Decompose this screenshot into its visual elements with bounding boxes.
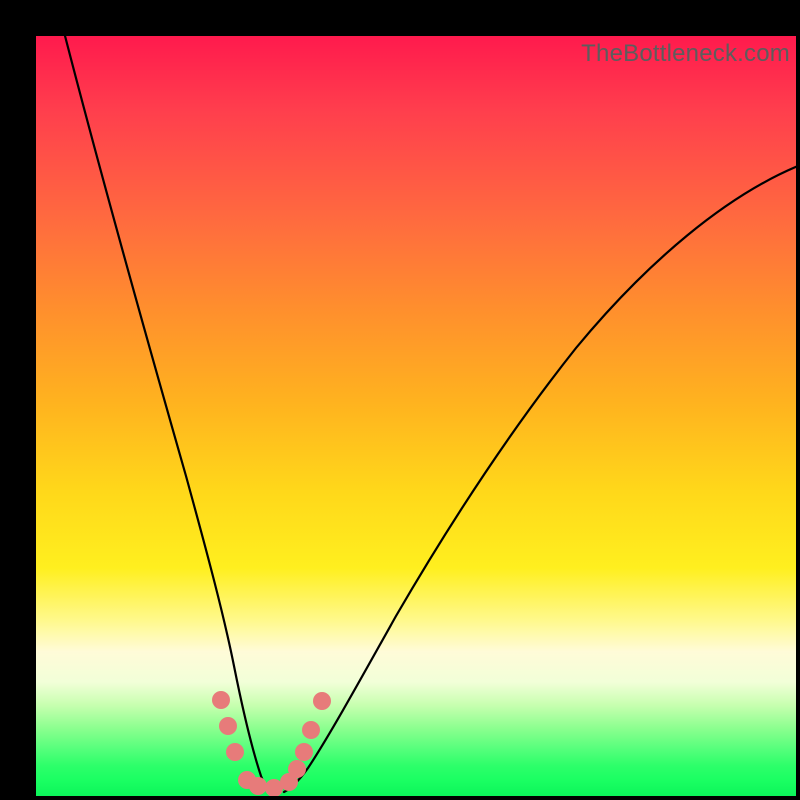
marker-dot <box>313 692 331 710</box>
curves-svg <box>36 36 796 796</box>
marker-dot <box>212 691 230 709</box>
curve-right <box>284 166 796 792</box>
marker-dot <box>219 717 237 735</box>
marker-dot <box>249 777 267 795</box>
plot-area: TheBottleneck.com <box>36 36 796 796</box>
chart-frame: TheBottleneck.com <box>0 0 800 800</box>
marker-dot <box>302 721 320 739</box>
curve-left <box>64 36 270 792</box>
marker-dot <box>226 743 244 761</box>
marker-dot <box>288 760 306 778</box>
marker-dot <box>295 743 313 761</box>
